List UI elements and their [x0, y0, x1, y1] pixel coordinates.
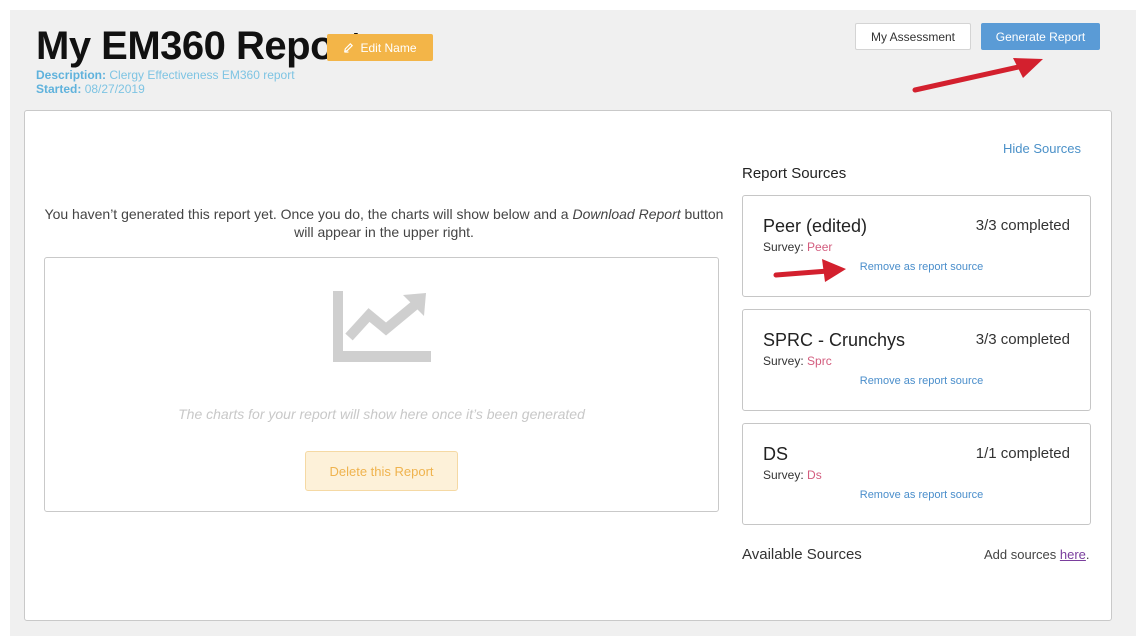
- source-survey: Survey: Ds: [763, 468, 822, 482]
- my-assessment-button[interactable]: My Assessment: [855, 23, 971, 50]
- add-sources-link[interactable]: here: [1060, 547, 1086, 562]
- report-sources-title: Report Sources: [742, 165, 847, 182]
- source-name: SPRC - Crunchys: [763, 330, 906, 350]
- annotation-arrow-generate: [912, 58, 1043, 93]
- annotation-arrow-remove: [773, 259, 846, 282]
- source-survey: Survey: Sprc: [763, 354, 832, 368]
- edit-name-button[interactable]: Edit Name: [327, 34, 433, 61]
- source-completion: 1/1 completed: [975, 445, 1070, 462]
- line-chart-icon: [333, 291, 431, 362]
- delete-report-button[interactable]: Delete this Report: [305, 451, 458, 491]
- source-completion: 3/3 completed: [975, 217, 1070, 234]
- report-started: Started: 08/27/2019: [36, 82, 145, 96]
- hide-sources-link[interactable]: Hide Sources: [1003, 141, 1081, 156]
- remove-source-link[interactable]: Remove as report source: [743, 375, 1090, 387]
- page-title: My EM360 Report: [36, 24, 362, 68]
- available-sources-title: Available Sources: [742, 546, 862, 563]
- source-name: Peer (edited): [763, 216, 868, 236]
- source-completion: 3/3 completed: [975, 331, 1070, 348]
- pencil-icon: [344, 42, 354, 53]
- chart-placeholder-message: The charts for your report will show her…: [178, 406, 585, 422]
- not-generated-notice: You haven’t generated this report yet. O…: [44, 206, 724, 240]
- source-survey: Survey: Peer: [763, 240, 833, 254]
- edit-name-label: Edit Name: [360, 40, 417, 55]
- report-description: Description: Clergy Effectiveness EM360 …: [36, 68, 295, 82]
- source-card: SPRC - Crunchys 3/3 completed Survey: Sp…: [742, 309, 1091, 411]
- remove-source-link[interactable]: Remove as report source: [743, 489, 1090, 501]
- source-name: DS: [763, 444, 789, 464]
- source-card: DS 1/1 completed Survey: Ds Remove as re…: [742, 423, 1091, 525]
- generate-report-button[interactable]: Generate Report: [981, 23, 1100, 50]
- add-sources-text: Add sources here.: [984, 547, 1090, 562]
